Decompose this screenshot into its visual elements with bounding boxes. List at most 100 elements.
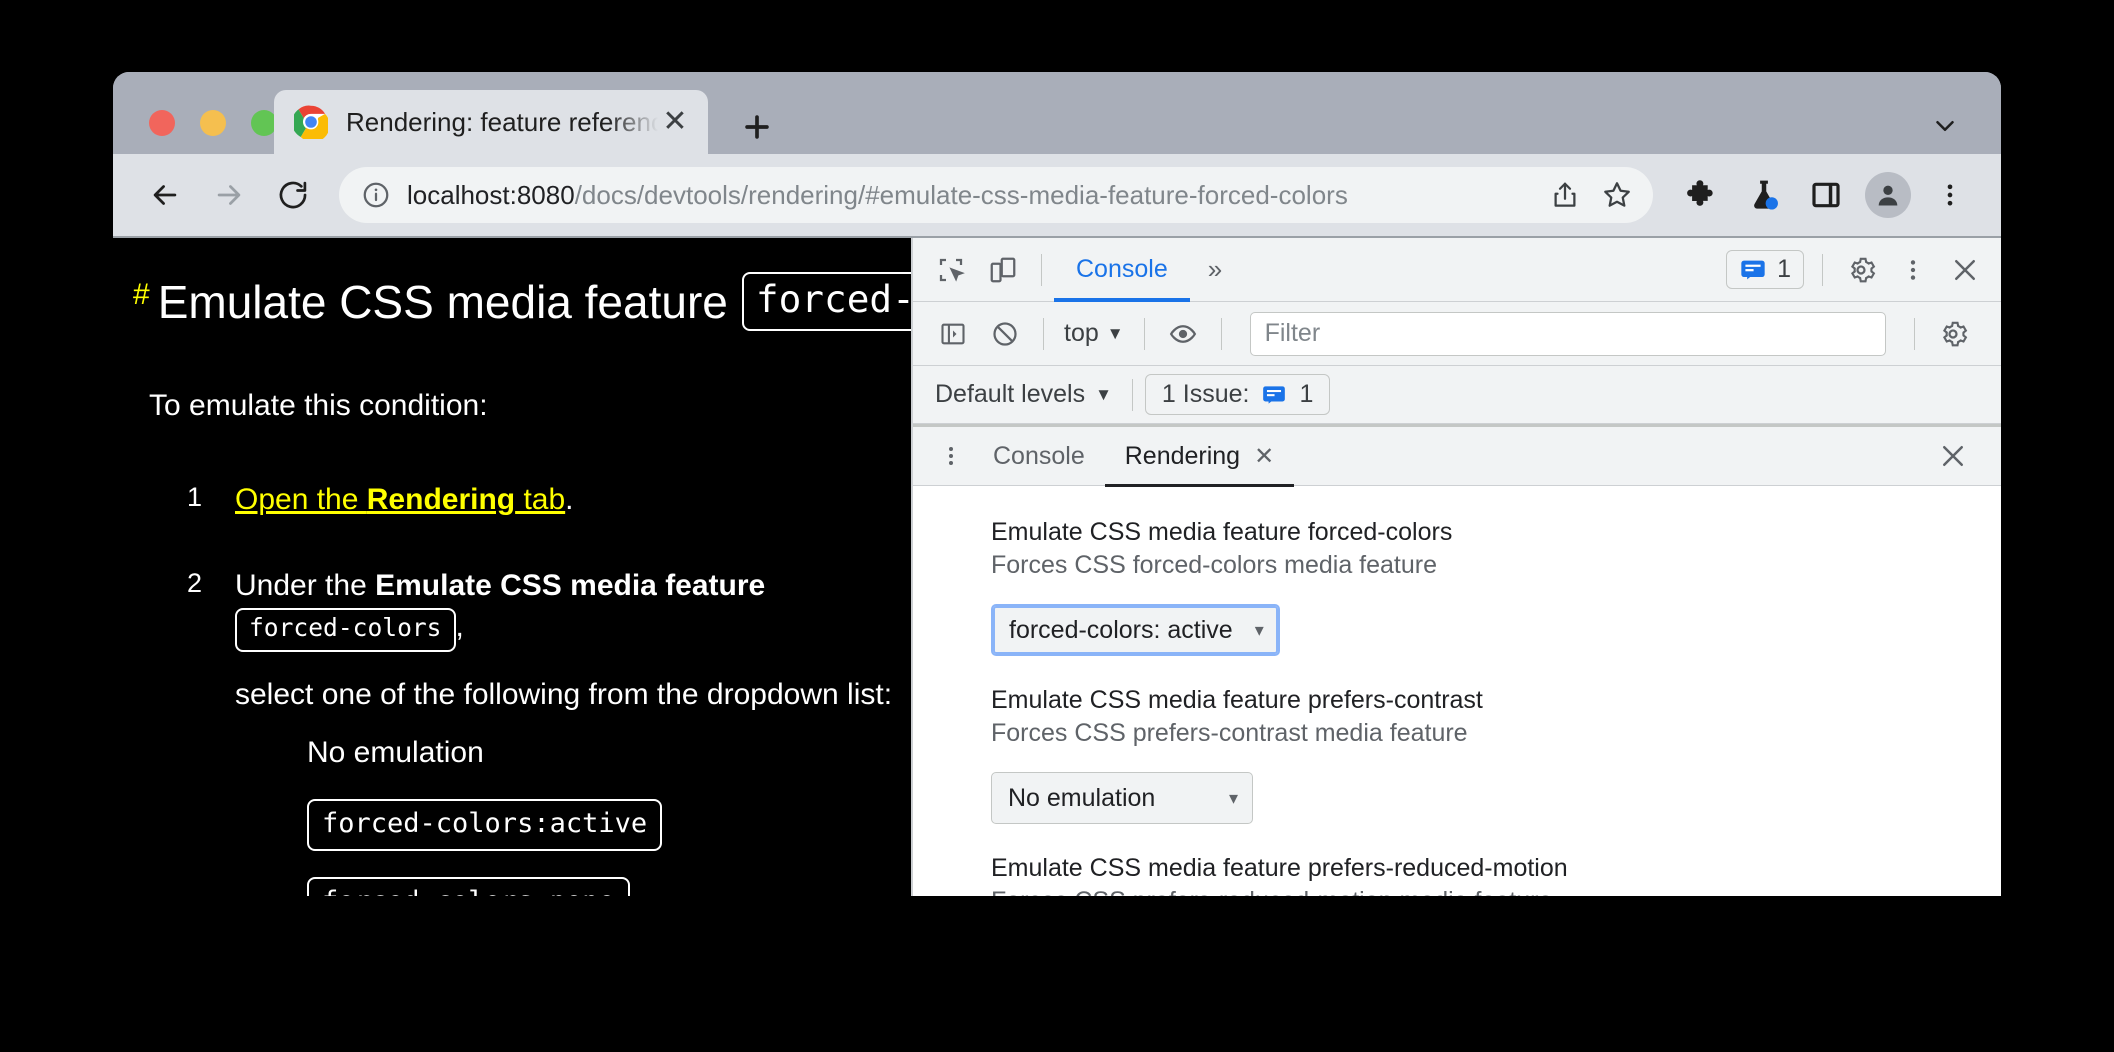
drawer-tab-rendering[interactable]: Rendering ✕ bbox=[1104, 425, 1295, 487]
link-lead: Open the bbox=[235, 483, 367, 517]
close-window-button[interactable] bbox=[149, 110, 175, 136]
gear-icon[interactable] bbox=[1927, 308, 1979, 360]
issues-summary-button[interactable]: 1 Issue: 1 bbox=[1144, 374, 1331, 415]
gear-icon[interactable] bbox=[1835, 244, 1887, 296]
list-item: 1 Open the Rendering tab. bbox=[113, 479, 911, 520]
open-rendering-tab-link[interactable]: Open the Rendering tab bbox=[235, 483, 565, 516]
screenshot-root: Rendering: feature reference - ✕ bbox=[0, 0, 2114, 1052]
star-icon[interactable] bbox=[1595, 173, 1639, 217]
issues-summary-label: 1 Issue: bbox=[1161, 380, 1250, 408]
devtools-main-toolbar: Console » 1 bbox=[913, 238, 2001, 302]
live-expression-eye-icon[interactable] bbox=[1157, 308, 1209, 360]
device-toolbar-icon[interactable] bbox=[977, 244, 1029, 296]
puzzle-piece-icon[interactable] bbox=[1679, 172, 1725, 218]
close-icon[interactable] bbox=[1939, 244, 1991, 296]
profile-avatar[interactable] bbox=[1865, 172, 1911, 218]
execution-context-selector[interactable]: top ▼ bbox=[1056, 319, 1132, 348]
three-dots-vertical-icon[interactable] bbox=[1887, 244, 1939, 296]
setting-description: Forces CSS prefers-contrast media featur… bbox=[991, 719, 1468, 747]
console-sidebar-icon[interactable] bbox=[927, 308, 979, 360]
toolbar-divider bbox=[1914, 317, 1915, 350]
step-number: 1 bbox=[187, 482, 203, 513]
tab-strip: Rendering: feature reference - ✕ bbox=[113, 72, 2001, 154]
intro-paragraph: To emulate this condition: bbox=[149, 389, 488, 423]
tab-console[interactable]: Console bbox=[1054, 238, 1190, 302]
option-code: forced-colors:active bbox=[307, 799, 663, 852]
dropdown-options-list: No emulation forced-colors:active forced… bbox=[307, 732, 911, 896]
minimize-window-button[interactable] bbox=[200, 110, 226, 136]
viewport: # Emulate CSS media feature forced-color… bbox=[113, 236, 2001, 896]
filter-input[interactable]: Filter bbox=[1249, 311, 1886, 356]
address-bar[interactable]: localhost:8080/docs/devtools/rendering/#… bbox=[339, 167, 1653, 223]
url-text: localhost:8080/docs/devtools/rendering/#… bbox=[407, 180, 1535, 211]
window-controls bbox=[149, 110, 277, 136]
setting-forced-colors: Emulate CSS media feature forced-colors … bbox=[991, 516, 2001, 656]
side-panel-icon[interactable] bbox=[1803, 172, 1849, 218]
chevron-down-icon: ▼ bbox=[1106, 323, 1124, 343]
drawer-tab-close-button[interactable]: ✕ bbox=[1254, 442, 1274, 471]
chevron-down-icon: ▾ bbox=[1228, 787, 1238, 808]
select-value: No emulation bbox=[1008, 783, 1156, 812]
toolbar-divider bbox=[1822, 253, 1823, 286]
drawer-tab-bar: Console Rendering ✕ bbox=[913, 424, 2001, 487]
step-code: forced-colors bbox=[235, 608, 456, 653]
clear-console-icon[interactable] bbox=[979, 308, 1031, 360]
back-arrow-icon[interactable] bbox=[141, 171, 189, 219]
issues-summary-count: 1 bbox=[1299, 380, 1314, 408]
toolbar-divider bbox=[1041, 253, 1042, 286]
devtools-panel: Console » 1 top ▼ Filter Default levels … bbox=[911, 238, 2001, 896]
share-icon[interactable] bbox=[1543, 173, 1587, 217]
steps-list: 1 Open the Rendering tab. 2 Under the Em… bbox=[113, 479, 911, 896]
option-no-emulation: No emulation bbox=[307, 735, 484, 769]
inspect-element-icon[interactable] bbox=[925, 244, 977, 296]
page-content: # Emulate CSS media feature forced-color… bbox=[113, 238, 911, 896]
more-tabs-chevrons-icon[interactable]: » bbox=[1190, 254, 1240, 285]
forward-arrow-icon[interactable] bbox=[205, 171, 253, 219]
flask-icon[interactable] bbox=[1741, 172, 1787, 218]
toolbar-divider bbox=[1043, 317, 1044, 350]
three-dots-vertical-icon[interactable] bbox=[1927, 172, 1973, 218]
console-toolbar: top ▼ Filter bbox=[913, 302, 2001, 366]
list-item: 2 Under the Emulate CSS media feature fo… bbox=[113, 565, 911, 896]
toolbar-divider bbox=[1131, 378, 1133, 411]
setting-prefers-contrast: Emulate CSS media feature prefers-contra… bbox=[991, 684, 2001, 824]
option-forced-colors-none: forced-colors:none bbox=[307, 877, 911, 896]
info-circle-icon[interactable] bbox=[361, 180, 391, 210]
issues-badge[interactable]: 1 bbox=[1726, 250, 1804, 289]
default-levels-dropdown[interactable]: Default levels ▼ bbox=[927, 380, 1120, 409]
issues-count: 1 bbox=[1777, 255, 1791, 283]
tab-search-chevron-down-icon[interactable] bbox=[1925, 106, 1965, 146]
setting-title: Emulate CSS media feature prefers-contra… bbox=[991, 686, 1483, 714]
tab-close-button[interactable]: ✕ bbox=[658, 105, 692, 139]
issue-speech-bubble-icon bbox=[1263, 385, 1286, 404]
default-levels-label: Default levels bbox=[935, 380, 1086, 408]
three-dots-vertical-icon[interactable] bbox=[929, 434, 973, 478]
new-tab-button[interactable] bbox=[738, 108, 776, 146]
browser-toolbar: localhost:8080/docs/devtools/rendering/#… bbox=[113, 154, 2001, 236]
drawer-tab-label: Rendering bbox=[1124, 441, 1241, 470]
prefers-contrast-select[interactable]: No emulation ▾ bbox=[991, 772, 1253, 824]
url-host: localhost:8080 bbox=[407, 179, 575, 210]
close-drawer-button[interactable] bbox=[1931, 434, 1975, 478]
issue-speech-bubble-icon bbox=[1741, 260, 1765, 279]
select-value: forced-colors: active bbox=[1009, 615, 1233, 644]
heading-anchor-link[interactable]: # bbox=[133, 278, 150, 312]
option-code: forced-colors:none bbox=[307, 877, 630, 896]
setting-description: Forces CSS forced-colors media feature bbox=[991, 551, 1438, 579]
heading-text: Emulate CSS media feature bbox=[157, 275, 728, 328]
forced-colors-select[interactable]: forced-colors: active ▾ bbox=[991, 604, 1280, 656]
tab-title: Rendering: feature reference - bbox=[346, 106, 658, 137]
reload-icon[interactable] bbox=[269, 171, 317, 219]
setting-title: Emulate CSS media feature prefers-reduce… bbox=[991, 854, 1568, 882]
page-title: # Emulate CSS media feature forced-color… bbox=[133, 272, 911, 332]
step-tail: select one of the following from the dro… bbox=[235, 678, 893, 712]
chevron-down-icon: ▾ bbox=[1254, 619, 1264, 640]
step-bold: Emulate CSS media feature bbox=[375, 568, 766, 602]
step-period: . bbox=[565, 483, 574, 517]
execution-context-label: top bbox=[1064, 319, 1099, 347]
step-lead: Under the bbox=[235, 568, 376, 602]
setting-description: Forces CSS prefers-reduced-motion media … bbox=[991, 885, 2001, 896]
link-tail: tab bbox=[515, 483, 566, 517]
drawer-tab-console[interactable]: Console bbox=[973, 425, 1105, 487]
browser-tab[interactable]: Rendering: feature reference - ✕ bbox=[274, 90, 708, 154]
